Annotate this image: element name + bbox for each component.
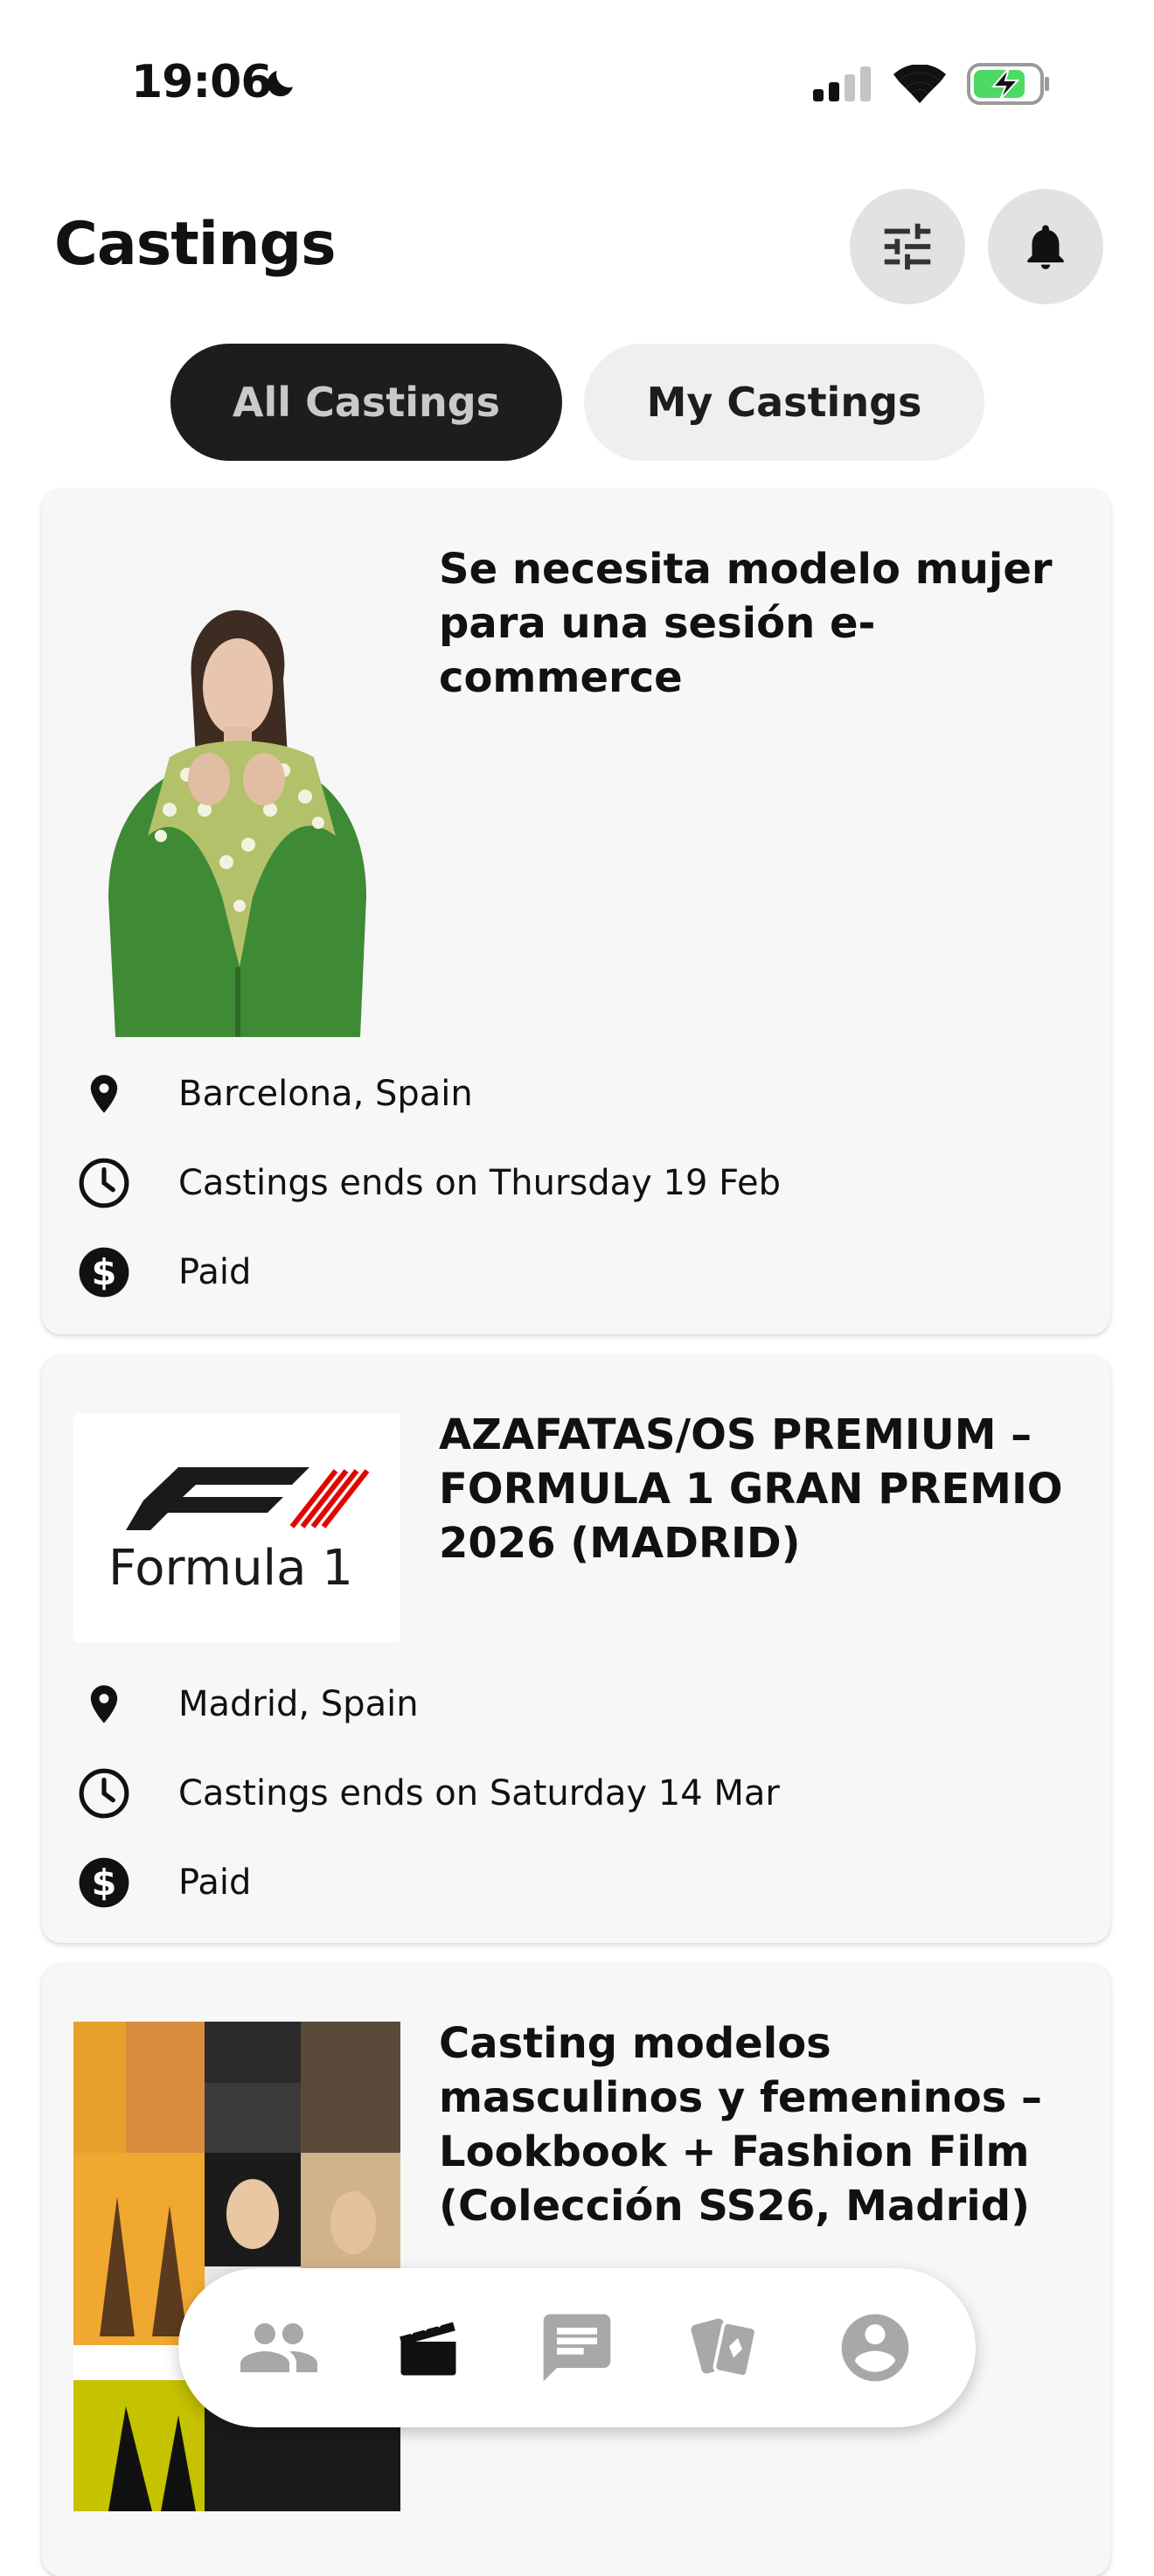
svg-text:$: $ [92,1862,117,1904]
casting-location: Madrid, Spain [73,1674,419,1735]
dollar-icon: $ [79,1247,129,1298]
casting-logo: Formula 1 [73,1413,400,1642]
tab-all-castings[interactable]: All Castings [170,344,562,461]
collage-photo-illustration [73,2022,400,2511]
bottom-navigation [178,2268,976,2427]
svg-text:$: $ [92,1251,117,1293]
nav-messages[interactable] [525,2295,629,2400]
casting-location: Barcelona, Spain [73,1063,473,1124]
clock-icon [79,1768,129,1819]
nav-people[interactable] [226,2295,331,2400]
location-pin-icon [90,1075,118,1113]
location-pin-icon [90,1685,118,1723]
casting-payment: $ Paid [73,1852,251,1913]
casting-card[interactable]: Se necesita modelo mujer para una sesión… [42,490,1110,1334]
casting-image [73,547,400,1037]
tab-my-castings[interactable]: My Castings [584,344,984,461]
clock-icon [79,1158,129,1208]
clapperboard-icon [399,2316,456,2376]
casting-title: Casting modelos masculinos y femeninos –… [439,2019,1042,2231]
dollar-icon: $ [79,1857,129,1908]
notifications-button[interactable] [988,189,1103,304]
status-icons [813,63,1051,105]
status-time: 19:06 [131,56,273,108]
casting-title: AZAFATAS/OS PREMIUM – FORMULA 1 GRAN PRE… [439,1410,1063,1568]
model-photo-illustration [73,547,400,1037]
payment-text: Paid [178,1252,252,1292]
cellular-signal-icon [813,66,871,101]
deadline-text: Castings ends on Thursday 19 Feb [178,1163,781,1203]
nav-castings[interactable] [376,2295,481,2400]
location-text: Madrid, Spain [178,1684,419,1724]
bell-icon [1027,225,1064,269]
casting-image [73,2022,400,2511]
chat-icon [543,2314,611,2382]
casting-payment: $ Paid [73,1242,251,1303]
logo-text: Formula 1 [108,1540,353,1597]
wifi-icon [893,65,946,103]
battery-charging-icon [967,63,1049,105]
page-title: Castings [54,210,337,279]
profile-icon [841,2314,909,2382]
deadline-text: Castings ends on Saturday 14 Mar [178,1773,780,1814]
filter-button[interactable] [850,189,965,304]
nav-profile[interactable] [823,2295,928,2400]
people-icon [240,2323,318,2372]
casting-deadline: Castings ends on Thursday 19 Feb [73,1152,781,1214]
formula1-logo: Formula 1 [108,1467,370,1597]
casting-title: Se necesita modelo mujer para una sesión… [439,545,1053,702]
cards-icon [691,2318,759,2378]
nav-cards[interactable] [673,2295,778,2400]
location-text: Barcelona, Spain [178,1074,473,1114]
casting-deadline: Castings ends on Saturday 14 Mar [73,1763,780,1824]
moon-icon [267,71,293,97]
casting-card[interactable]: Formula 1 AZAFATAS/OS PREMIUM – FORMULA … [42,1355,1110,1943]
payment-text: Paid [178,1862,252,1903]
sliders-icon [884,223,931,270]
